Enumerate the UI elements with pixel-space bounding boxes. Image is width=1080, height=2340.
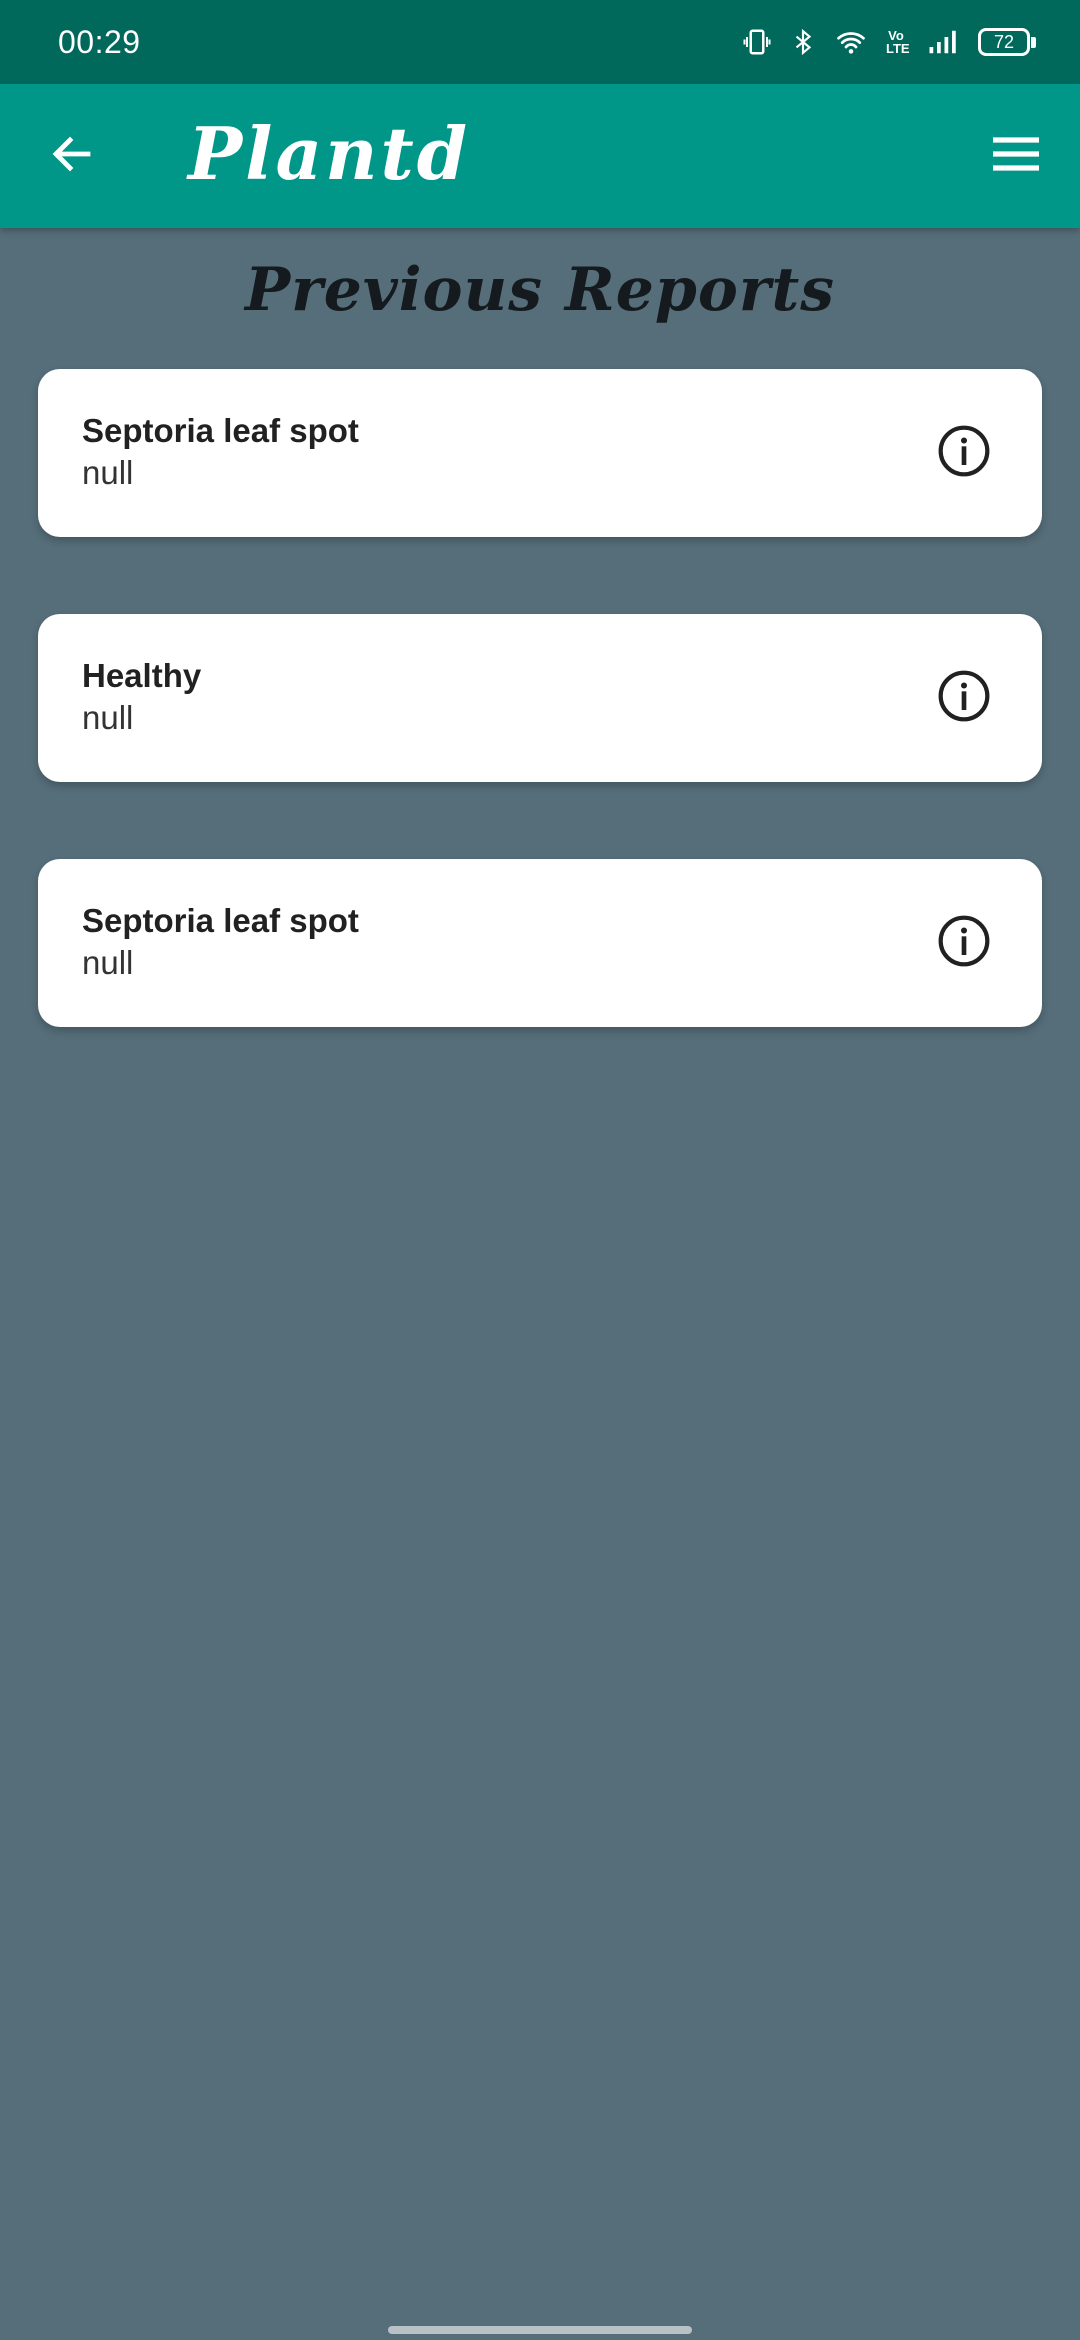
report-card[interactable]: Septoria leaf spot null [38, 369, 1042, 537]
info-button[interactable] [930, 419, 998, 487]
info-icon [936, 423, 992, 484]
app-title: Plantd [188, 111, 471, 196]
status-bar: 00:29 Vo LTE 72 [0, 0, 1080, 84]
report-title: Septoria leaf spot [82, 902, 359, 939]
wifi-icon [834, 27, 868, 57]
volte-icon: Vo LTE [886, 29, 910, 55]
app-bar: Plantd [0, 84, 1080, 228]
back-button[interactable] [36, 120, 108, 192]
report-title: Healthy [82, 657, 202, 694]
bluetooth-icon [790, 27, 816, 57]
arrow-left-icon [48, 130, 96, 183]
report-subtitle: null [82, 454, 134, 491]
signal-icon [924, 27, 960, 57]
report-subtitle: null [82, 699, 134, 736]
info-button[interactable] [930, 909, 998, 977]
status-icons: Vo LTE 72 [742, 22, 1036, 62]
report-card[interactable]: Healthy null [38, 614, 1042, 782]
report-title: Septoria leaf spot [82, 412, 359, 449]
info-icon [936, 668, 992, 729]
status-time: 00:29 [58, 24, 141, 60]
report-subtitle: null [82, 944, 134, 981]
page-title: Previous Reports [245, 255, 835, 325]
home-indicator[interactable] [388, 2326, 692, 2334]
menu-button[interactable] [980, 120, 1052, 192]
vibrate-icon [742, 27, 772, 57]
report-card[interactable]: Septoria leaf spot null [38, 859, 1042, 1027]
info-button[interactable] [930, 664, 998, 732]
info-icon [936, 913, 992, 974]
volte-bottom-label: LTE [886, 41, 910, 56]
hamburger-menu-icon [991, 134, 1041, 179]
battery-icon: 72 [978, 28, 1036, 56]
